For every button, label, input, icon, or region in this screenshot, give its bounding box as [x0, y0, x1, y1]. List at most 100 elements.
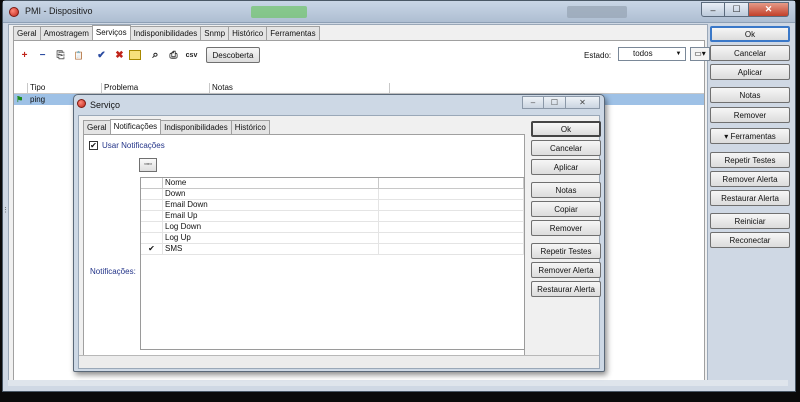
dialog-restore-alert-button[interactable]: Restaurar Alerta	[531, 281, 601, 297]
estado-value: todos	[633, 49, 653, 58]
dialog-tabs: Geral Notificações Indisponibilidades Hi…	[83, 119, 270, 135]
column-nome[interactable]: Nome	[163, 178, 379, 188]
maximize-button[interactable]: ☐	[725, 2, 749, 17]
copy-icon[interactable]: ⎘	[52, 47, 69, 63]
chevron-down-icon: ▼	[675, 51, 682, 57]
status-flag-icon: ⚑	[16, 95, 24, 104]
dialog-apply-button[interactable]: Aplicar	[531, 159, 601, 175]
column-notas[interactable]: Notas	[210, 83, 390, 93]
column-extra	[379, 178, 524, 188]
check-icon[interactable]: ✔	[93, 47, 110, 63]
print-icon[interactable]: ⎙	[165, 47, 182, 63]
binoculars-icon[interactable]: ⌕	[147, 47, 164, 63]
list-item[interactable]: Log Down	[141, 222, 524, 233]
dialog-repeat-tests-button[interactable]: Repetir Testes	[531, 243, 601, 259]
estado-label: Estado:	[584, 51, 612, 60]
tab-ferramentas[interactable]: Ferramentas	[266, 26, 320, 40]
ok-button[interactable]: Ok	[710, 26, 790, 42]
usar-notificacoes-label: Usar Notificações	[102, 141, 165, 150]
apply-button[interactable]: Aplicar	[710, 64, 790, 80]
app-icon	[9, 7, 19, 17]
title-bar[interactable]: PMI - Dispositivo ‒ ☐ ✕	[3, 1, 795, 23]
splitter-handle[interactable]: ⋮	[2, 206, 9, 214]
dialog-notes-button[interactable]: Notas	[531, 182, 601, 198]
usar-notificacoes-checkbox[interactable]: ✔ Usar Notificações	[89, 141, 165, 150]
tab-indisponibilidades[interactable]: Indisponibilidades	[129, 26, 202, 40]
list-item[interactable]: Log Up	[141, 233, 524, 244]
tab-snmp[interactable]: Snmp	[200, 26, 230, 40]
folder-icon[interactable]	[129, 50, 141, 60]
list-item[interactable]: Email Up	[141, 211, 524, 222]
row-name: SMS	[163, 244, 379, 254]
dialog-cancel-button[interactable]: Cancelar	[531, 140, 601, 156]
repeat-tests-button[interactable]: Repetir Testes	[710, 152, 790, 168]
background-taskbar-button	[251, 6, 307, 18]
checkbox-box[interactable]: ✔	[89, 141, 98, 150]
cancel-button[interactable]: Cancelar	[710, 45, 790, 61]
status-column-header	[14, 83, 28, 93]
estado-select[interactable]: todos ▼	[618, 47, 686, 61]
row-name: Email Up	[163, 211, 379, 221]
minimize-button[interactable]: ‒	[701, 2, 725, 17]
add-icon[interactable]: +	[16, 47, 33, 63]
notificacoes-label: Notificações:	[90, 267, 136, 276]
row-extra	[379, 189, 524, 199]
notes-button[interactable]: Notas	[710, 87, 790, 103]
descoberta-button[interactable]: Descoberta	[206, 47, 260, 63]
row-check[interactable]	[141, 233, 163, 243]
tab-servicos[interactable]: Serviços	[91, 25, 131, 40]
dialog-maximize-button[interactable]: ☐	[544, 96, 566, 109]
row-check[interactable]: ✔	[141, 244, 163, 254]
background-taskbar-button-2	[567, 6, 627, 18]
remove-icon[interactable]: −	[34, 47, 51, 63]
dialog-minimize-button[interactable]: ‒	[522, 96, 544, 109]
row-check[interactable]	[141, 222, 163, 232]
row-check[interactable]	[141, 200, 163, 210]
dialog-copy-button[interactable]: Copiar	[531, 201, 601, 217]
dialog-tab-historico[interactable]: Histórico	[230, 120, 270, 134]
dialog-app-icon	[77, 99, 86, 108]
csv-icon[interactable]: csv	[183, 47, 200, 63]
dialog-remove-button[interactable]: Remover	[531, 220, 601, 236]
column-problema[interactable]: Problema	[102, 83, 210, 93]
notifications-table-header: Nome	[141, 178, 524, 189]
delete-icon[interactable]: ✖	[111, 47, 128, 63]
dialog-tab-indisponibilidades[interactable]: Indisponibilidades	[160, 120, 232, 134]
list-item[interactable]: Down	[141, 189, 524, 200]
restore-alert-button[interactable]: Restaurar Alerta	[710, 190, 790, 206]
main-tabs: Geral Amostragem Serviços Indisponibilid…	[13, 25, 320, 41]
tab-amostragem[interactable]: Amostragem	[39, 26, 93, 40]
remove-button[interactable]: Remover	[710, 107, 790, 123]
dialog-tab-notificacoes[interactable]: Notificações	[109, 119, 162, 134]
paste-icon[interactable]: 📋	[70, 47, 87, 63]
row-extra	[379, 244, 524, 254]
close-button[interactable]: ✕	[749, 2, 789, 17]
column-tipo[interactable]: Tipo	[28, 83, 102, 93]
row-extra	[379, 211, 524, 221]
tab-geral[interactable]: Geral	[13, 26, 41, 40]
row-extra	[379, 200, 524, 210]
window-title: PMI - Dispositivo	[25, 6, 93, 16]
row-name: Log Down	[163, 222, 379, 232]
remove-alert-button[interactable]: Remover Alerta	[710, 171, 790, 187]
tools-dropdown-button[interactable]: ▾ Ferramentas	[710, 128, 790, 144]
dialog-remove-alert-button[interactable]: Remover Alerta	[531, 262, 601, 278]
dialog-title: Serviço	[90, 100, 121, 110]
more-options-button[interactable]: ▫▫▫	[139, 158, 157, 172]
reconnect-button[interactable]: Reconectar	[710, 232, 790, 248]
row-check[interactable]	[141, 211, 163, 221]
list-item[interactable]: ✔ SMS	[141, 244, 524, 255]
row-check[interactable]	[141, 189, 163, 199]
services-table-header: Tipo Problema Notas	[14, 83, 704, 94]
window-layout-icon: ▭▾	[694, 49, 706, 58]
view-options-button[interactable]: ▭▾	[690, 47, 710, 61]
dialog-ok-button[interactable]: Ok	[531, 121, 601, 137]
restart-button[interactable]: Reiniciar	[710, 213, 790, 229]
row-name: Log Up	[163, 233, 379, 243]
check-column-header	[141, 178, 163, 188]
dialog-tab-geral[interactable]: Geral	[83, 120, 111, 134]
list-item[interactable]: Email Down	[141, 200, 524, 211]
dialog-close-button[interactable]: ✕	[566, 96, 600, 109]
tab-historico[interactable]: Histórico	[228, 26, 268, 40]
status-bar	[8, 380, 788, 386]
